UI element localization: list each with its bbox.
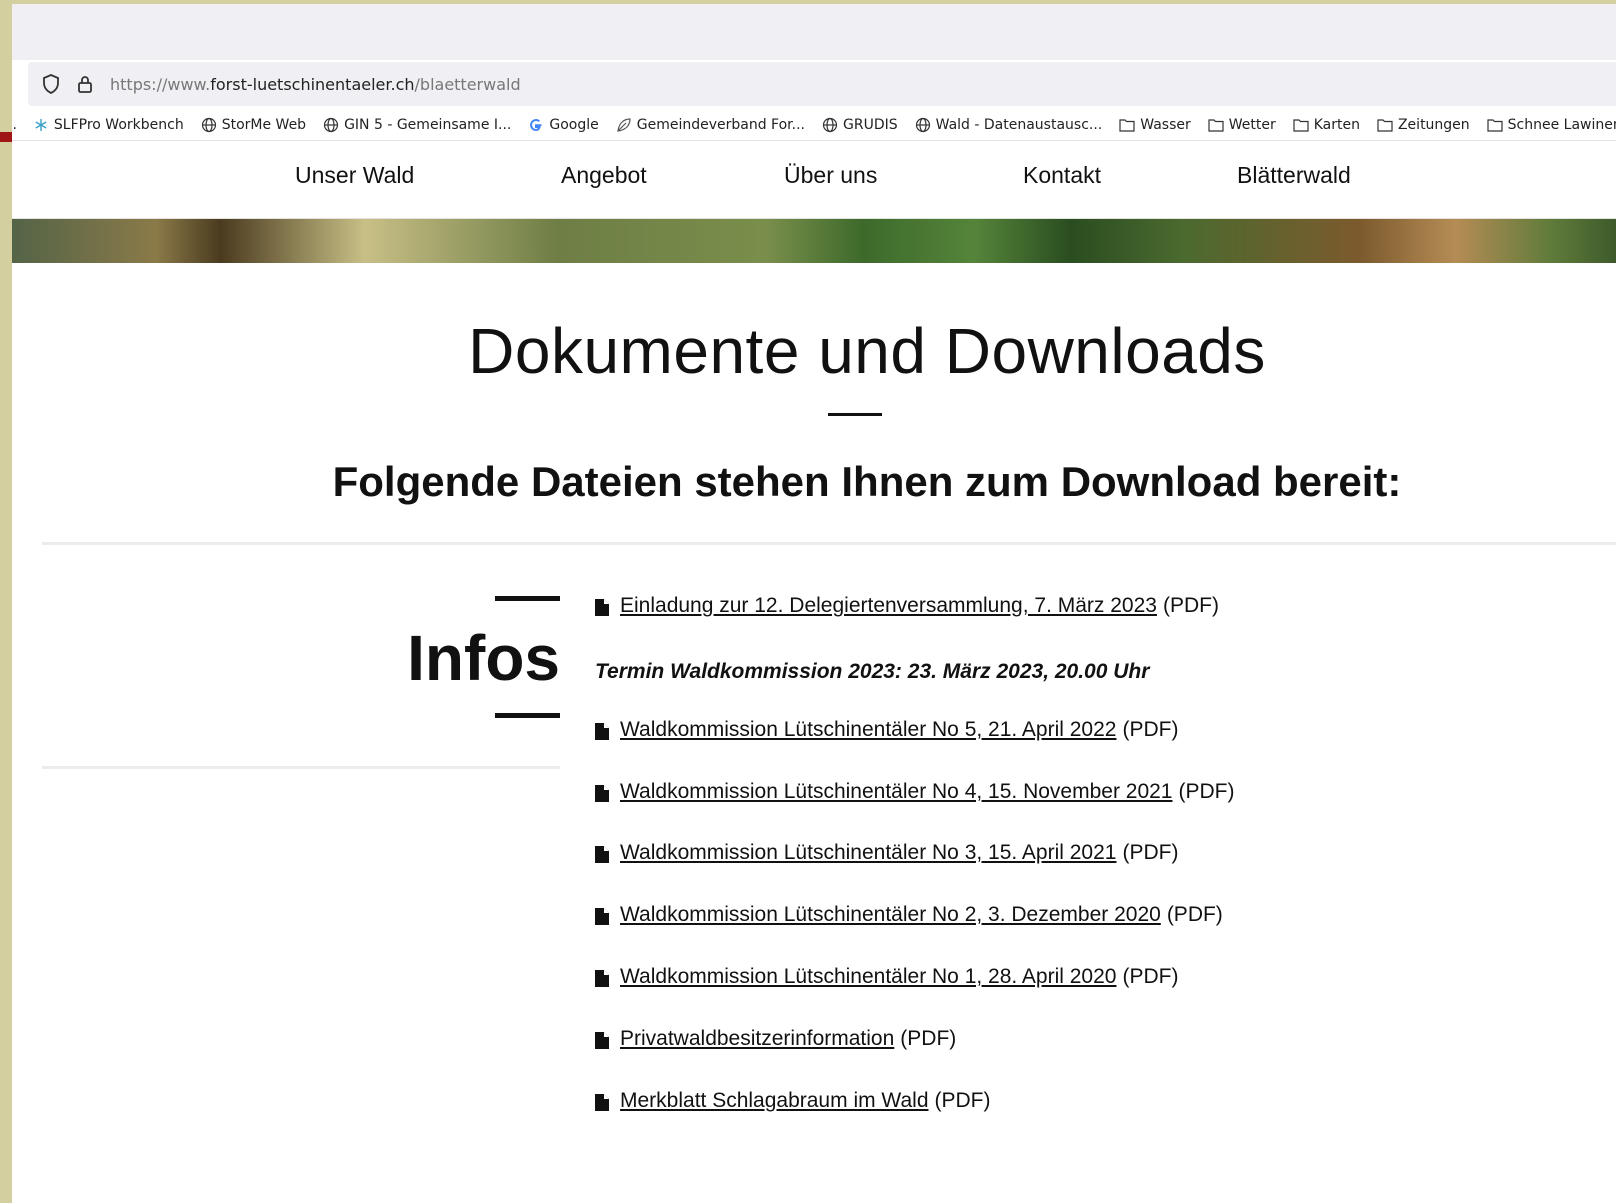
bookmark-item[interactable]: Zeitungen bbox=[1377, 117, 1470, 133]
bookmark-label: Schnee Lawinen bbox=[1507, 117, 1616, 133]
url-domain: forst-luetschinentaeler.ch bbox=[210, 74, 415, 94]
nav-kontakt[interactable]: Kontakt bbox=[1023, 162, 1101, 189]
bookmark-item[interactable]: Wasser bbox=[1119, 117, 1191, 133]
bookmarks-overflow[interactable]: .. bbox=[12, 117, 17, 133]
document-item: Waldkommission Lütschinentäler No 2, 3. … bbox=[595, 903, 1223, 927]
page-title: Dokumente und Downloads bbox=[468, 315, 1266, 387]
globe-icon bbox=[915, 117, 931, 133]
bookmark-label: Wasser bbox=[1140, 117, 1191, 133]
folder-icon bbox=[1208, 117, 1224, 133]
nav-angebot[interactable]: Angebot bbox=[561, 162, 647, 189]
document-link[interactable]: Privatwaldbesitzerinformation bbox=[620, 1027, 894, 1051]
address-bar[interactable]: https://www.forst-luetschinentaeler.ch/b… bbox=[28, 62, 1616, 106]
globe-icon bbox=[201, 117, 217, 133]
file-icon bbox=[595, 907, 609, 925]
document-item: Waldkommission Lütschinentäler No 1, 28.… bbox=[595, 965, 1178, 989]
bookmark-item[interactable]: Karten bbox=[1293, 117, 1360, 133]
section-title-rule-bottom bbox=[495, 713, 560, 718]
browser-window: https://www.forst-luetschinentaeler.ch/b… bbox=[12, 4, 1616, 1203]
document-item: Waldkommission Lütschinentäler No 5, 21.… bbox=[595, 718, 1178, 742]
bookmark-item[interactable]: Google bbox=[528, 117, 599, 133]
file-type-label: (PDF) bbox=[1122, 965, 1179, 988]
globe-icon bbox=[822, 117, 838, 133]
termin-note: Termin Waldkommission 2023: 23. März 202… bbox=[595, 660, 1150, 683]
bookmarks-bar: .. SLFPro Workbench StorMe Web GIN 5 - Gem… bbox=[12, 110, 1616, 141]
folder-icon bbox=[1487, 117, 1503, 133]
document-link[interactable]: Merkblatt Schlagabraum im Wald bbox=[620, 1089, 929, 1113]
document-item: Einladung zur 12. Delegiertenversammlung… bbox=[595, 594, 1219, 618]
url-text[interactable]: https://www.forst-luetschinentaeler.ch/b… bbox=[110, 75, 521, 94]
nav-unser-wald[interactable]: Unser Wald bbox=[295, 162, 414, 189]
title-divider bbox=[828, 413, 882, 416]
file-icon bbox=[595, 1093, 609, 1111]
folder-icon bbox=[1293, 117, 1309, 133]
document-item: Waldkommission Lütschinentäler No 4, 15.… bbox=[595, 780, 1235, 804]
document-item: Merkblatt Schlagabraum im Wald (PDF) bbox=[595, 1089, 991, 1113]
bookmark-label: SLFPro Workbench bbox=[53, 117, 184, 133]
file-type-label: (PDF) bbox=[1122, 841, 1179, 864]
file-type-label: (PDF) bbox=[1178, 780, 1235, 803]
bookmark-label: Google bbox=[549, 117, 599, 133]
bookmark-label: Wetter bbox=[1228, 117, 1276, 133]
document-item: Waldkommission Lütschinentäler No 3, 15.… bbox=[595, 841, 1178, 865]
tab-strip bbox=[12, 4, 1616, 60]
bookmark-label: Gemeindeverband For... bbox=[636, 117, 805, 133]
file-type-label: (PDF) bbox=[1122, 718, 1179, 741]
document-link[interactable]: Waldkommission Lütschinentäler No 1, 28.… bbox=[620, 965, 1116, 989]
bookmark-label: GIN 5 - Gemeinsame I... bbox=[344, 117, 512, 133]
nav-ueber-uns[interactable]: Über uns bbox=[784, 162, 877, 189]
document-link[interactable]: Einladung zur 12. Delegiertenversammlung… bbox=[620, 594, 1157, 618]
bookmark-item[interactable]: SLFPro Workbench bbox=[33, 117, 184, 133]
google-icon bbox=[528, 117, 544, 133]
bookmark-label: Wald - Datenaustausc... bbox=[935, 117, 1103, 133]
file-type-label: (PDF) bbox=[1166, 903, 1223, 926]
bookmark-label: StorMe Web bbox=[221, 117, 307, 133]
file-icon bbox=[595, 784, 609, 802]
file-icon bbox=[595, 845, 609, 863]
bookmark-item[interactable]: Gemeindeverband For... bbox=[616, 117, 805, 133]
lock-icon[interactable] bbox=[74, 73, 96, 95]
bookmark-label: Zeitungen bbox=[1397, 117, 1470, 133]
bookmark-item[interactable]: Wald - Datenaustausc... bbox=[915, 117, 1103, 133]
bookmark-item[interactable]: GIN 5 - Gemeinsame I... bbox=[323, 117, 511, 133]
file-icon bbox=[595, 598, 609, 616]
url-path: /blaetterwald bbox=[414, 74, 521, 94]
file-icon bbox=[595, 969, 609, 987]
file-icon bbox=[595, 1031, 609, 1049]
section-divider bbox=[42, 542, 1616, 545]
folder-icon bbox=[1119, 117, 1135, 133]
file-type-label: (PDF) bbox=[1162, 594, 1219, 617]
bookmark-label: GRUDIS bbox=[843, 117, 898, 133]
hero-banner-image bbox=[12, 219, 1616, 263]
site-nav: Unser Wald Angebot Über uns Kontakt Blät… bbox=[12, 142, 1616, 219]
bookmark-label: Karten bbox=[1313, 117, 1360, 133]
left-edge-marker bbox=[0, 132, 12, 142]
section-title: Infos bbox=[407, 622, 560, 694]
globe-icon bbox=[323, 117, 339, 133]
bookmark-item[interactable]: Wetter bbox=[1208, 117, 1276, 133]
document-link[interactable]: Waldkommission Lütschinentäler No 2, 3. … bbox=[620, 903, 1161, 927]
page-subtitle: Folgende Dateien stehen Ihnen zum Downlo… bbox=[332, 458, 1402, 505]
section-title-rule-top bbox=[495, 596, 560, 601]
nav-blaetterwald[interactable]: Blätterwald bbox=[1237, 162, 1351, 189]
url-prefix: https://www. bbox=[110, 74, 211, 94]
section-sidebar-divider bbox=[42, 766, 560, 769]
document-link[interactable]: Waldkommission Lütschinentäler No 5, 21.… bbox=[620, 718, 1116, 742]
file-type-label: (PDF) bbox=[934, 1089, 991, 1112]
document-link[interactable]: Waldkommission Lütschinentäler No 3, 15.… bbox=[620, 841, 1116, 865]
folder-icon bbox=[1377, 117, 1393, 133]
file-type-label: (PDF) bbox=[900, 1027, 957, 1050]
bookmark-item[interactable]: StorMe Web bbox=[201, 117, 306, 133]
bookmark-item[interactable]: GRUDIS bbox=[822, 117, 898, 133]
shield-icon[interactable] bbox=[40, 73, 62, 95]
document-link[interactable]: Waldkommission Lütschinentäler No 4, 15.… bbox=[620, 780, 1173, 804]
document-item: Privatwaldbesitzerinformation (PDF) bbox=[595, 1027, 956, 1051]
leaf-icon bbox=[616, 117, 632, 133]
snowflake-icon bbox=[33, 117, 49, 133]
bookmark-item[interactable]: Schnee Lawinen bbox=[1487, 117, 1616, 133]
file-icon bbox=[595, 722, 609, 740]
